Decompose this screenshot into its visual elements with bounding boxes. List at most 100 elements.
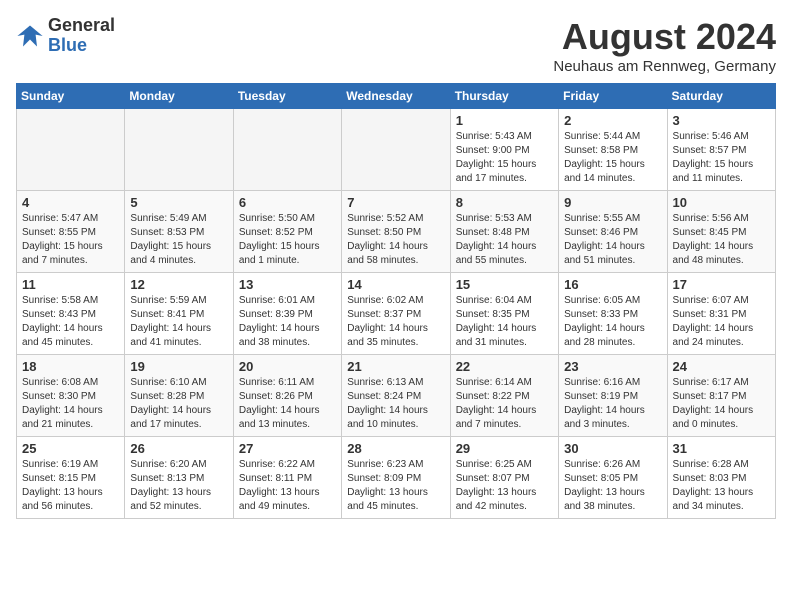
day-info: Sunrise: 5:59 AMSunset: 8:41 PMDaylight:… [130,294,227,350]
day-info: Sunrise: 6:22 AMSunset: 8:11 PMDaylight:… [239,458,336,514]
day-info: Sunrise: 6:04 AMSunset: 8:35 PMDaylight:… [456,294,553,350]
calendar-cell: 3 Sunrise: 5:46 AMSunset: 8:57 PMDaylight… [667,109,775,191]
day-number: 27 [239,441,336,456]
day-number: 6 [239,195,336,210]
day-number: 4 [22,195,119,210]
calendar-cell: 29 Sunrise: 6:25 AMSunset: 8:07 PMDayligh… [450,437,558,519]
day-info: Sunrise: 6:07 AMSunset: 8:31 PMDaylight:… [673,294,770,350]
column-header-wednesday: Wednesday [342,84,450,109]
day-info: Sunrise: 6:20 AMSunset: 8:13 PMDaylight:… [130,458,227,514]
calendar-cell: 12 Sunrise: 5:59 AMSunset: 8:41 PMDayligh… [125,273,233,355]
day-number: 1 [456,113,553,128]
calendar-table: SundayMondayTuesdayWednesdayThursdayFrid… [16,83,776,519]
calendar-cell: 5 Sunrise: 5:49 AMSunset: 8:53 PMDaylight… [125,191,233,273]
day-number: 3 [673,113,770,128]
calendar-cell: 2 Sunrise: 5:44 AMSunset: 8:58 PMDaylight… [559,109,667,191]
calendar-week-row: 18Sunrise: 6:08 AMSunset: 8:30 PMDayligh… [17,355,776,437]
day-info: Sunrise: 6:16 AMSunset: 8:19 PMDaylight:… [564,376,661,432]
day-number: 22 [456,359,553,374]
calendar-cell: 25 Sunrise: 6:19 AMSunset: 8:15 PMDayligh… [17,437,125,519]
day-number: 10 [673,195,770,210]
day-info: Sunrise: 6:26 AMSunset: 8:05 PMDaylight:… [564,458,661,514]
calendar-cell: 17 Sunrise: 6:07 AMSunset: 8:31 PMDayligh… [667,273,775,355]
day-number: 29 [456,441,553,456]
day-info: Sunrise: 6:28 AMSunset: 8:03 PMDaylight:… [673,458,770,514]
day-info: Sunrise: 6:13 AMSunset: 8:24 PMDaylight:… [347,376,444,432]
day-info: Sunrise: 5:50 AMSunset: 8:52 PMDaylight:… [239,212,336,268]
day-info: Sunrise: 5:47 AMSunset: 8:55 PMDaylight:… [22,212,119,268]
calendar-cell: 30Sunrise: 6:26 AMSunset: 8:05 PMDayligh… [559,437,667,519]
day-number: 20 [239,359,336,374]
day-info: Sunrise: 6:17 AMSunset: 8:17 PMDaylight:… [673,376,770,432]
calendar-cell: 26 Sunrise: 6:20 AMSunset: 8:13 PMDayligh… [125,437,233,519]
logo-general: General [48,16,115,36]
day-info: Sunrise: 5:44 AMSunset: 8:58 PMDaylight:… [564,130,661,186]
calendar-cell: 18Sunrise: 6:08 AMSunset: 8:30 PMDayligh… [17,355,125,437]
day-info: Sunrise: 6:25 AMSunset: 8:07 PMDaylight:… [456,458,553,514]
day-info: Sunrise: 5:49 AMSunset: 8:53 PMDaylight:… [130,212,227,268]
day-number: 2 [564,113,661,128]
day-number: 23 [564,359,661,374]
month-title: August 2024 [553,16,776,58]
day-info: Sunrise: 5:53 AMSunset: 8:48 PMDaylight:… [456,212,553,268]
day-info: Sunrise: 6:05 AMSunset: 8:33 PMDaylight:… [564,294,661,350]
day-number: 15 [456,277,553,292]
calendar-cell: 20Sunrise: 6:11 AMSunset: 8:26 PMDayligh… [233,355,341,437]
calendar-cell: 13 Sunrise: 6:01 AMSunset: 8:39 PMDayligh… [233,273,341,355]
day-number: 7 [347,195,444,210]
day-number: 12 [130,277,227,292]
calendar-cell: 23 Sunrise: 6:16 AMSunset: 8:19 PMDayligh… [559,355,667,437]
day-info: Sunrise: 6:02 AMSunset: 8:37 PMDaylight:… [347,294,444,350]
day-info: Sunrise: 6:19 AMSunset: 8:15 PMDaylight:… [22,458,119,514]
calendar-cell: 16 Sunrise: 6:05 AMSunset: 8:33 PMDayligh… [559,273,667,355]
day-number: 17 [673,277,770,292]
calendar-cell: 10Sunrise: 5:56 AMSunset: 8:45 PMDayligh… [667,191,775,273]
calendar-cell: 7 Sunrise: 5:52 AMSunset: 8:50 PMDaylight… [342,191,450,273]
day-number: 28 [347,441,444,456]
location-subtitle: Neuhaus am Rennweg, Germany [553,58,776,75]
day-number: 11 [22,277,119,292]
calendar-cell: 6 Sunrise: 5:50 AMSunset: 8:52 PMDaylight… [233,191,341,273]
calendar-cell [233,109,341,191]
calendar-cell: 27 Sunrise: 6:22 AMSunset: 8:11 PMDayligh… [233,437,341,519]
calendar-cell [125,109,233,191]
day-number: 24 [673,359,770,374]
day-info: Sunrise: 5:43 AMSunset: 9:00 PMDaylight:… [456,130,553,186]
title-area: August 2024 Neuhaus am Rennweg, Germany [553,16,776,75]
day-number: 9 [564,195,661,210]
day-number: 14 [347,277,444,292]
day-info: Sunrise: 5:52 AMSunset: 8:50 PMDaylight:… [347,212,444,268]
calendar-cell: 22 Sunrise: 6:14 AMSunset: 8:22 PMDayligh… [450,355,558,437]
logo-bird-icon [16,22,44,50]
calendar-cell: 14 Sunrise: 6:02 AMSunset: 8:37 PMDayligh… [342,273,450,355]
page-header: General Blue August 2024 Neuhaus am Renn… [16,16,776,75]
day-number: 13 [239,277,336,292]
calendar-week-row: 1 Sunrise: 5:43 AMSunset: 9:00 PMDaylight… [17,109,776,191]
calendar-cell: 28Sunrise: 6:23 AMSunset: 8:09 PMDayligh… [342,437,450,519]
column-header-friday: Friday [559,84,667,109]
calendar-cell: 1 Sunrise: 5:43 AMSunset: 9:00 PMDaylight… [450,109,558,191]
day-info: Sunrise: 5:46 AMSunset: 8:57 PMDaylight:… [673,130,770,186]
day-info: Sunrise: 6:14 AMSunset: 8:22 PMDaylight:… [456,376,553,432]
calendar-cell: 11 Sunrise: 5:58 AMSunset: 8:43 PMDayligh… [17,273,125,355]
calendar-cell: 15 Sunrise: 6:04 AMSunset: 8:35 PMDayligh… [450,273,558,355]
logo: General Blue [16,16,115,56]
calendar-cell [17,109,125,191]
calendar-cell: 21Sunrise: 6:13 AMSunset: 8:24 PMDayligh… [342,355,450,437]
calendar-cell: 31Sunrise: 6:28 AMSunset: 8:03 PMDayligh… [667,437,775,519]
day-number: 25 [22,441,119,456]
day-number: 16 [564,277,661,292]
column-header-sunday: Sunday [17,84,125,109]
day-info: Sunrise: 5:55 AMSunset: 8:46 PMDaylight:… [564,212,661,268]
column-header-tuesday: Tuesday [233,84,341,109]
calendar-cell: 9 Sunrise: 5:55 AMSunset: 8:46 PMDaylight… [559,191,667,273]
day-info: Sunrise: 6:01 AMSunset: 8:39 PMDaylight:… [239,294,336,350]
calendar-week-row: 4 Sunrise: 5:47 AMSunset: 8:55 PMDaylight… [17,191,776,273]
calendar-cell: 19Sunrise: 6:10 AMSunset: 8:28 PMDayligh… [125,355,233,437]
calendar-cell: 4 Sunrise: 5:47 AMSunset: 8:55 PMDaylight… [17,191,125,273]
day-info: Sunrise: 5:58 AMSunset: 8:43 PMDaylight:… [22,294,119,350]
day-info: Sunrise: 6:08 AMSunset: 8:30 PMDaylight:… [22,376,119,432]
logo-text: General Blue [48,16,115,56]
day-number: 5 [130,195,227,210]
day-number: 26 [130,441,227,456]
